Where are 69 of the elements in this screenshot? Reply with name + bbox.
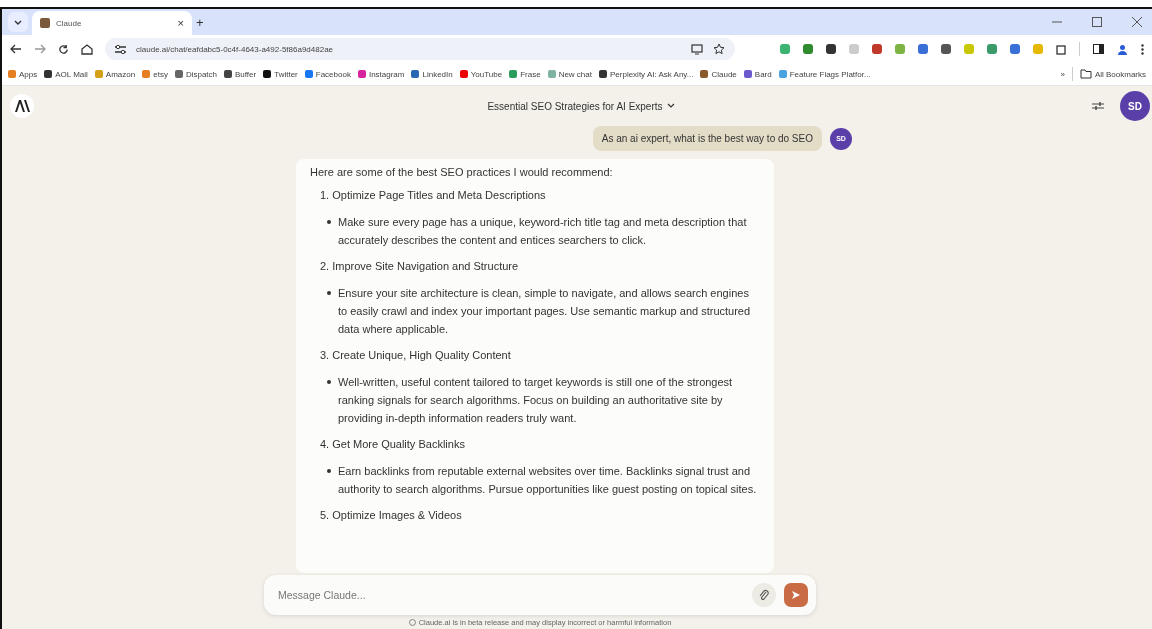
bookmark-link[interactable]: Instagram	[357, 69, 405, 79]
new-tab-button[interactable]: +	[196, 14, 204, 30]
bookmark-link[interactable]: Apps	[8, 69, 38, 79]
sliders-icon[interactable]	[1092, 101, 1104, 111]
message-composer[interactable]: Message Claude...	[264, 575, 816, 615]
bullet-text: Make sure every page has a unique, keyword-rich title tag and meta description that accurately describes the content and entices searchers to click.	[338, 215, 748, 248]
url-text: claude.ai/chat/eafdabc5-0c4f-4643-a492-5f86a9d482ae	[136, 44, 334, 54]
bookmark-link[interactable]: Perplexity AI: Ask Any...	[599, 69, 694, 79]
list-heading: 3. Create Unique, High Quality Content	[320, 348, 512, 363]
bullet-text: Earn backlinks from reputable external websites over time. Backlinks signal trust and authority to search algorithms. Pursue opportunities like guest posting on topical sites.	[338, 464, 758, 497]
send-icon	[791, 590, 801, 600]
home-icon[interactable]	[81, 43, 93, 55]
bullet-icon	[327, 380, 331, 384]
extension-icon[interactable]	[941, 44, 951, 54]
extension-icon[interactable]	[826, 44, 836, 54]
menu-icon[interactable]	[1141, 43, 1144, 55]
bookmark-link[interactable]: etsy	[142, 69, 168, 79]
bookmark-link[interactable]: Feature Flags Platfor...	[778, 69, 871, 79]
bookmark-link[interactable]: Dispatch	[174, 69, 217, 79]
list-heading: 4. Get More Quality Backlinks	[320, 437, 466, 452]
bookmark-link[interactable]: Buffer	[224, 69, 257, 79]
bookmark-link[interactable]: New chat	[547, 69, 592, 79]
star-icon[interactable]	[713, 43, 725, 55]
anthropic-logo-icon[interactable]	[10, 94, 34, 118]
close-icon[interactable]	[1132, 17, 1142, 27]
more-bookmarks-button[interactable]: »	[1060, 69, 1065, 79]
bullet-text: Ensure your site architecture is clean, simple to navigate, and allows search engines to easily crawl and index your important pages. Use semantic markup and structured data where applicable.	[338, 286, 752, 337]
bullet-icon	[327, 291, 331, 295]
site-settings-icon[interactable]	[115, 44, 126, 54]
reload-icon[interactable]	[58, 43, 69, 55]
bullet-text: Well-written, useful content tailored to target keywords is still one of the strongest ranking signals for search algorithms. Focus on building an authoritative site by providing in-depth information readers truly want.	[338, 375, 734, 426]
maximize-icon[interactable]	[1092, 17, 1102, 27]
forward-arrow-icon[interactable]	[34, 44, 46, 54]
message-input[interactable]: Message Claude...	[276, 588, 744, 602]
all-bookmarks-button[interactable]: All Bookmarks	[1079, 69, 1146, 79]
tab-title: Claude	[56, 18, 83, 28]
address-bar[interactable]: claude.ai/chat/eafdabc5-0c4f-4643-a492-5f86a9d482ae	[105, 38, 735, 60]
paperclip-icon	[759, 589, 769, 601]
list-heading: 1. Optimize Page Titles and Meta Descriptions	[320, 188, 547, 203]
bookmark-link[interactable]: Amazon	[94, 69, 136, 79]
send-button[interactable]	[784, 583, 808, 607]
bookmark-link[interactable]: Frase	[509, 69, 541, 79]
chevron-down-icon	[666, 103, 675, 109]
user-message: As an ai expert, what is the best way to do SEO	[592, 126, 822, 151]
side-panel-icon[interactable]	[1093, 44, 1104, 54]
folder-icon	[1079, 69, 1092, 79]
profile-icon[interactable]	[1117, 43, 1128, 55]
reply-text: Here are some of the best SEO practices I would recommend:	[310, 165, 614, 180]
bookmark-link[interactable]: Bard	[743, 69, 772, 79]
user-avatar[interactable]: SD	[1120, 91, 1150, 121]
bookmark-link[interactable]: Claude	[700, 69, 737, 79]
bullet-icon	[327, 220, 331, 224]
list-heading: 2. Improve Site Navigation and Structure	[320, 259, 520, 274]
bookmark-link[interactable]: Facebook	[304, 69, 351, 79]
bookmark-link[interactable]: AOL Mail	[44, 69, 88, 79]
list-heading: 5. Optimize Images & Videos	[320, 508, 463, 523]
bookmark-link[interactable]: Twitter	[263, 69, 298, 79]
extension-icon[interactable]	[872, 44, 882, 54]
bookmark-link[interactable]: YouTube	[459, 69, 503, 79]
close-icon[interactable]: ×	[177, 17, 184, 29]
claude-favicon-icon	[40, 18, 50, 28]
bookmark-link[interactable]: LinkedIn	[411, 69, 453, 79]
browser-tab[interactable]: Claude ×	[32, 11, 192, 35]
back-arrow-icon[interactable]	[10, 44, 22, 54]
attach-button[interactable]	[752, 583, 776, 607]
bullet-icon	[327, 469, 331, 473]
chat-title-dropdown[interactable]: Essential SEO Strategies for AI Experts	[70, 100, 1092, 112]
tab-list-icon[interactable]	[8, 12, 28, 32]
install-app-icon[interactable]	[691, 43, 703, 55]
